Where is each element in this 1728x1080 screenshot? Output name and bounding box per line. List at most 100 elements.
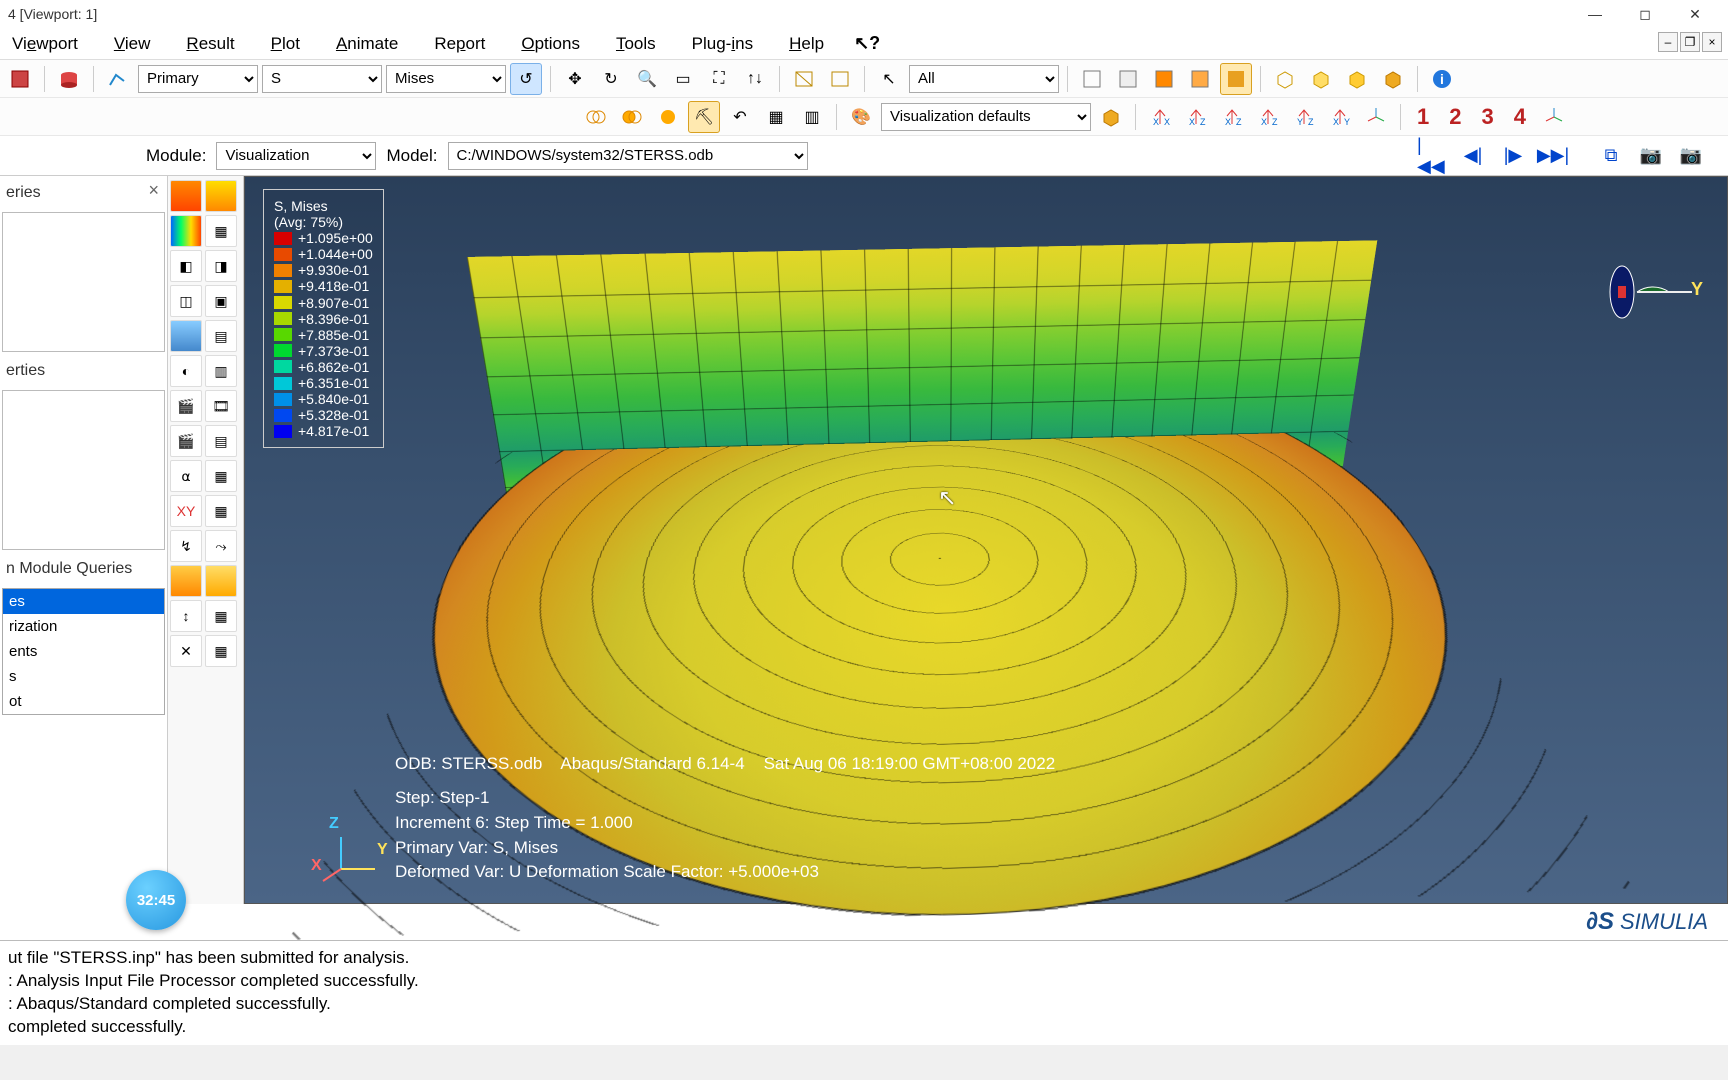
tb-common2-icon[interactable]: ▥ [205,355,237,387]
probe-icon[interactable]: ⛏ [688,101,720,133]
circles2-icon[interactable] [616,101,648,133]
query-item-0[interactable]: es [3,589,164,614]
palette-icon[interactable]: 🎨 [845,101,877,133]
tb-anim4-icon[interactable]: ▤ [205,425,237,457]
selection-filter-select[interactable]: All [909,65,1059,93]
frame-selector-icon[interactable] [102,63,134,95]
zoom-box-icon[interactable]: ▭ [667,63,699,95]
render-hidden-icon[interactable] [1112,63,1144,95]
axis-view-5-icon[interactable]: YZ [1288,101,1320,133]
box-small-icon[interactable] [1095,101,1127,133]
tb-anim3-icon[interactable]: 🎬 [170,425,202,457]
menu-options[interactable]: Options [515,30,586,58]
table2-icon[interactable]: ▥ [796,101,828,133]
query-empty-list-1[interactable] [2,212,165,352]
menu-view[interactable]: View [108,30,157,58]
axis-view-1-icon[interactable]: XX [1144,101,1176,133]
anim-last-button[interactable]: ▶▶| [1536,141,1570,171]
field-output-component-select[interactable]: S [262,65,382,93]
user-view-2[interactable]: 2 [1441,104,1469,130]
user-view-1[interactable]: 1 [1409,104,1437,130]
mdi-minimize-button[interactable]: – [1658,32,1678,52]
query-item-4[interactable]: ot [3,689,164,714]
tb-contour2-icon[interactable]: ▦ [205,215,237,247]
axis-view-6-icon[interactable]: XY [1324,101,1356,133]
tb-anim2-icon[interactable]: 🎞 [205,390,237,422]
tb-stream2-icon[interactable]: ▦ [205,600,237,632]
query-panel-close-button[interactable]: × [148,180,159,201]
tb-path-icon[interactable]: ↯ [170,530,202,562]
menu-animate[interactable]: Animate [330,30,404,58]
tb-tick-icon[interactable]: ✕ [170,635,202,667]
layers-icon[interactable]: ⧉ [1594,141,1628,171]
tb-cut2-icon[interactable] [205,565,237,597]
box4-icon[interactable] [1377,63,1409,95]
tb-symbol2-icon[interactable]: ◨ [205,250,237,282]
cycle-views-icon[interactable]: ↑↓ [739,63,771,95]
render-shaded-icon[interactable] [1184,63,1216,95]
arrow-cursor-icon[interactable]: ↖ [873,63,905,95]
model-path-select[interactable]: C:/WINDOWS/system32/STERSS.odb [448,142,808,170]
circle-solid-icon[interactable] [652,101,684,133]
anim-prev-button[interactable]: ◀| [1456,141,1490,171]
window-maximize-button[interactable]: ◻ [1620,0,1670,28]
circles1-icon[interactable] [580,101,612,133]
tb-path2-icon[interactable]: ⤳ [205,530,237,562]
viewport[interactable]: S, Mises (Avg: 75%) +1.095e+00+1.044e+00… [244,176,1728,904]
fit-view-icon[interactable]: ⛶ [703,63,735,95]
menu-tools[interactable]: Tools [610,30,662,58]
visualization-defaults-select[interactable]: Visualization defaults [881,103,1091,131]
tb-xy1-icon[interactable]: ⍺ [170,460,202,492]
tb-contour-icon[interactable] [170,215,202,247]
menu-plugins[interactable]: Plug-ins [686,30,759,58]
field-output-variable-select[interactable]: Primary [138,65,258,93]
axis-view-4-icon[interactable]: XZ [1252,101,1284,133]
odb-open-icon[interactable] [53,63,85,95]
session-icon[interactable] [4,63,36,95]
tb-overlay2-icon[interactable]: ▤ [205,320,237,352]
tb-xy4-icon[interactable]: ▦ [205,495,237,527]
tb-cut1-icon[interactable] [170,565,202,597]
anim-first-button[interactable]: |◀◀ [1416,141,1450,171]
axis-view-3-icon[interactable]: XZ [1216,101,1248,133]
window-close-button[interactable]: ✕ [1670,0,1720,28]
menu-result[interactable]: Result [180,30,240,58]
sync-icon[interactable]: ↺ [510,63,542,95]
box3-icon[interactable] [1341,63,1373,95]
render-wire-icon[interactable] [1076,63,1108,95]
render-solid-icon[interactable] [1220,63,1252,95]
table-icon[interactable]: ▦ [760,101,792,133]
menu-viewport[interactable]: Viewport [6,30,84,58]
info-icon[interactable]: i [1426,63,1458,95]
query-item-1[interactable]: rization [3,614,164,639]
box1-icon[interactable] [1269,63,1301,95]
menu-report[interactable]: Report [428,30,491,58]
camera-2-icon[interactable]: 📷 [1674,141,1708,171]
orientation-widget[interactable]: Y [1577,257,1697,327]
tb-deformed-icon[interactable] [205,180,237,212]
mdi-restore-button[interactable]: ❐ [1680,32,1700,52]
mdi-close-button[interactable]: × [1702,32,1722,52]
rotate-icon[interactable]: ↻ [595,63,627,95]
tb-tick2-icon[interactable]: ▦ [205,635,237,667]
module-select[interactable]: Visualization [216,142,376,170]
query-item-3[interactable]: s [3,664,164,689]
field-output-invariant-select[interactable]: Mises [386,65,506,93]
tb-anim1-icon[interactable]: 🎬 [170,390,202,422]
perspective-icon[interactable] [788,63,820,95]
parallel-icon[interactable] [824,63,856,95]
pan-icon[interactable]: ✥ [559,63,591,95]
tb-matprop2-icon[interactable]: ▣ [205,285,237,317]
tb-xy3-icon[interactable]: XY [170,495,202,527]
user-view-3[interactable]: 3 [1474,104,1502,130]
camera-1-icon[interactable]: 📷 [1634,141,1668,171]
tb-overlay-icon[interactable] [170,320,202,352]
query-empty-list-2[interactable] [2,390,165,550]
user-view-4[interactable]: 4 [1506,104,1534,130]
query-item-2[interactable]: ents [3,639,164,664]
tb-common-icon[interactable]: ◐ [170,355,202,387]
tb-xy2-icon[interactable]: ▦ [205,460,237,492]
tb-matprop-icon[interactable]: ◫ [170,285,202,317]
menu-plot[interactable]: Plot [265,30,306,58]
triad-small-icon[interactable] [1360,101,1392,133]
